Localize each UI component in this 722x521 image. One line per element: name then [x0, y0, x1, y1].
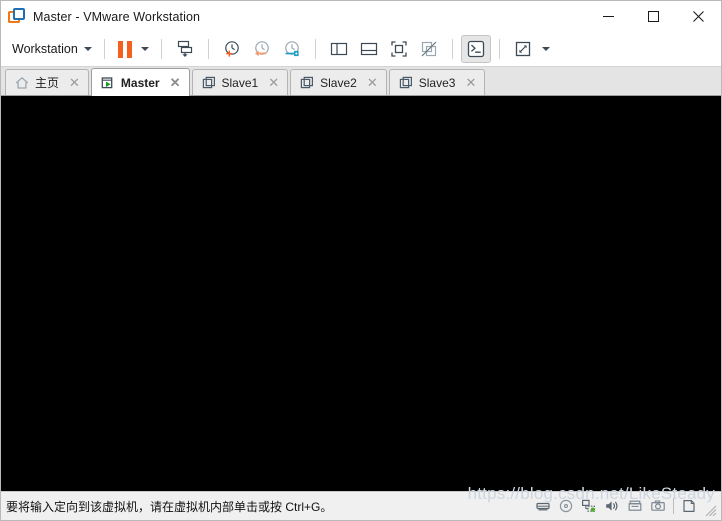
title-bar-left: Master - VMware Workstation — [1, 8, 200, 25]
window-title: Master - VMware Workstation — [33, 9, 201, 24]
suspend-dropdown-button[interactable] — [137, 36, 153, 62]
revert-snapshot-button[interactable] — [247, 35, 277, 63]
revert-snapshot-clock-arrow-icon — [254, 41, 269, 57]
workstation-menu-label: Workstation — [12, 42, 78, 56]
status-device-tray — [532, 492, 717, 520]
show-library-button[interactable] — [324, 35, 354, 63]
pause-icon — [117, 40, 132, 58]
send-ctrl-alt-del-icon — [177, 40, 192, 57]
enter-full-screen-button[interactable] — [384, 35, 414, 63]
vm-tab-bar: 主页 ✕ Master ✕ Slave1 ✕ Slave2 ✕ Slave3 ✕ — [1, 67, 721, 96]
console-view-button[interactable] — [460, 35, 491, 63]
toolbar-separator — [103, 39, 105, 59]
network-adapter-icon[interactable] — [578, 495, 600, 517]
home-icon — [15, 76, 29, 89]
vm-icon — [300, 76, 314, 88]
maximize-button[interactable] — [631, 1, 676, 32]
toolbar-separator — [160, 39, 162, 59]
vmware-logo-icon — [8, 8, 25, 25]
take-snapshot-button[interactable] — [217, 35, 247, 63]
status-bar: 要将输入定向到该虚拟机，请在虚拟机内部单击或按 Ctrl+G。 https://… — [1, 484, 721, 520]
show-thumbnail-bar-icon — [360, 42, 377, 56]
main-toolbar: Workstation — [1, 32, 721, 67]
sound-card-icon[interactable] — [601, 495, 623, 517]
chevron-down-icon — [541, 47, 550, 51]
notes-page-icon[interactable] — [678, 495, 700, 517]
cd-dvd-icon[interactable] — [555, 495, 577, 517]
unity-mode-disabled-icon — [421, 41, 437, 57]
tab-home[interactable]: 主页 ✕ — [5, 69, 89, 95]
hard-disk-icon[interactable] — [532, 495, 554, 517]
status-message: 要将输入定向到该虚拟机，请在虚拟机内部单击或按 Ctrl+G。 — [6, 499, 333, 514]
status-separator — [673, 498, 674, 514]
vmware-workstation-window: Master - VMware Workstation Workstation — [0, 0, 722, 521]
send-ctrl-alt-del-button[interactable] — [170, 35, 200, 63]
minimize-button[interactable] — [586, 1, 631, 32]
toolbar-separator — [314, 39, 316, 59]
take-snapshot-clock-plus-icon — [224, 41, 239, 57]
chevron-down-icon — [83, 47, 92, 51]
tab-label: Slave2 — [320, 75, 357, 90]
show-thumbnail-bar-button[interactable] — [354, 35, 384, 63]
tab-slave2[interactable]: Slave2 ✕ — [290, 69, 387, 95]
tab-master[interactable]: Master ✕ — [90, 68, 190, 96]
vm-display-area[interactable] — [1, 96, 721, 491]
enter-full-screen-icon — [391, 41, 407, 57]
close-button[interactable] — [676, 1, 721, 32]
tab-close-button[interactable]: ✕ — [267, 76, 280, 89]
workstation-menu-button[interactable]: Workstation — [10, 39, 96, 59]
suspend-vm-button[interactable] — [113, 35, 137, 63]
stretch-guest-button[interactable] — [508, 35, 538, 63]
tab-close-button[interactable]: ✕ — [464, 76, 477, 89]
console-view-icon — [467, 40, 484, 58]
tab-close-button[interactable]: ✕ — [68, 76, 81, 89]
snapshot-manager-button[interactable] — [277, 35, 307, 63]
toolbar-separator — [207, 39, 209, 59]
stretch-dropdown-button[interactable] — [538, 36, 554, 62]
resize-grip-icon[interactable] — [703, 503, 717, 517]
camera-icon[interactable] — [647, 495, 669, 517]
toolbar-separator — [451, 39, 453, 59]
stretch-guest-display-icon — [515, 41, 530, 57]
snapshot-manager-clock-wrench-icon — [284, 41, 299, 57]
tab-close-button[interactable]: ✕ — [366, 76, 379, 89]
unity-mode-button[interactable] — [414, 35, 444, 63]
toolbar-separator — [498, 39, 500, 59]
tab-label: Slave1 — [221, 75, 259, 90]
tab-close-button[interactable]: ✕ — [169, 76, 182, 89]
show-library-panel-icon — [330, 42, 347, 56]
tab-slave3[interactable]: Slave3 ✕ — [388, 69, 486, 95]
vm-icon — [202, 76, 215, 88]
title-bar: Master - VMware Workstation — [1, 1, 721, 32]
chevron-down-icon — [140, 47, 149, 51]
tab-label: Slave3 — [418, 75, 456, 90]
tab-label: 主页 — [35, 76, 60, 90]
window-controls — [586, 1, 721, 32]
tab-slave1[interactable]: Slave1 ✕ — [191, 69, 289, 95]
printer-icon[interactable] — [624, 495, 646, 517]
vm-icon — [399, 76, 412, 88]
tab-label: Master — [120, 75, 160, 90]
vm-running-icon — [101, 76, 113, 88]
